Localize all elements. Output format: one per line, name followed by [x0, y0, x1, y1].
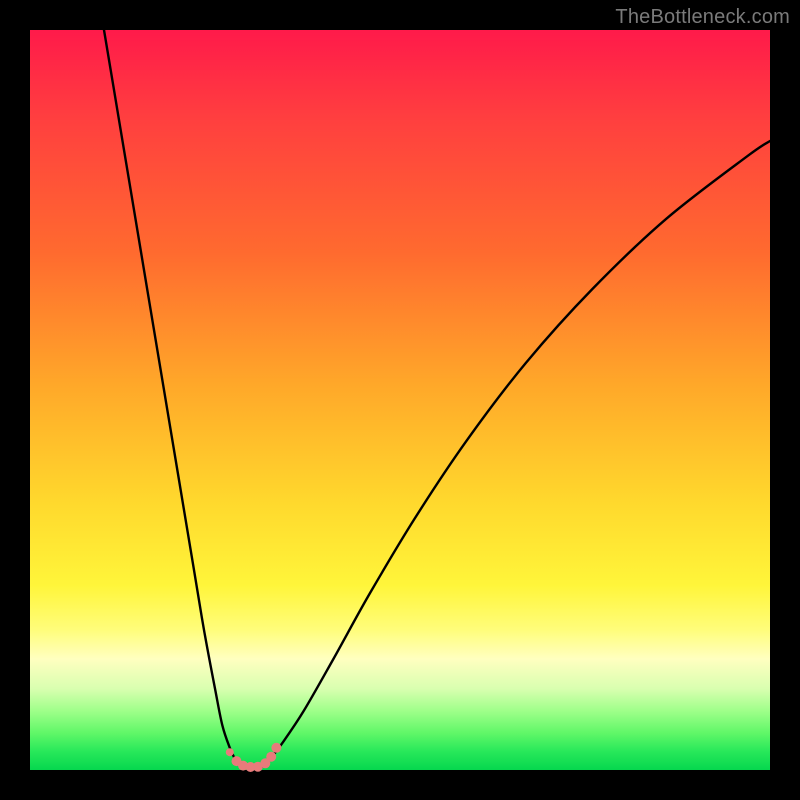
bottleneck-curve-path — [104, 30, 770, 769]
watermark-text: TheBottleneck.com — [615, 6, 790, 29]
valley-marker-dot — [271, 743, 281, 753]
bottleneck-curve-svg — [30, 30, 770, 770]
valley-marker-group — [226, 743, 282, 772]
chart-frame: TheBottleneck.com — [0, 0, 800, 800]
valley-marker-dot — [226, 748, 234, 756]
valley-marker-dot — [266, 752, 276, 762]
plot-gradient-area — [30, 30, 770, 770]
